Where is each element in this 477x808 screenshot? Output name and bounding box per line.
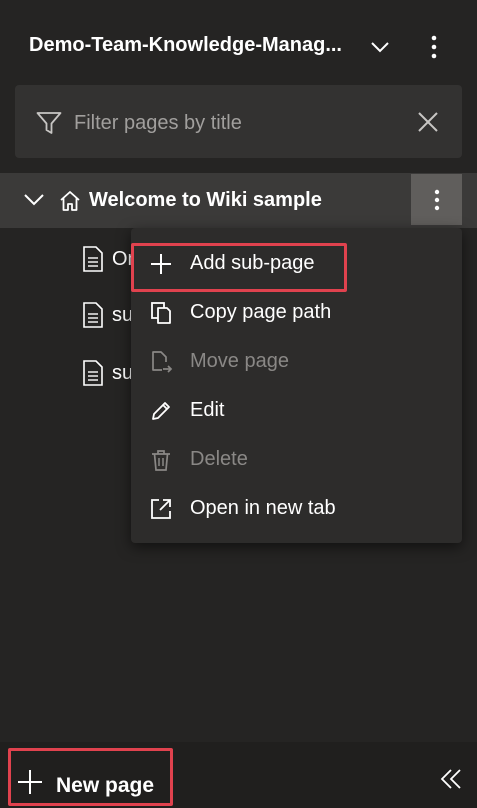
tree-item-child[interactable]: su <box>0 350 140 394</box>
copy-icon <box>151 302 171 324</box>
tree-item-label: su <box>112 362 134 384</box>
double-chevron-left-icon <box>440 769 461 789</box>
chevron-down-icon[interactable] <box>22 190 46 210</box>
tree-item-label: su <box>112 304 134 326</box>
wiki-header: Demo-Team-Knowledge-Manag... <box>0 0 477 84</box>
menu-item-label: Open in new tab <box>190 497 336 519</box>
plus-icon <box>18 770 42 794</box>
trash-icon <box>152 450 170 471</box>
filter-input[interactable] <box>74 108 374 138</box>
move-icon <box>152 351 173 373</box>
pencil-icon <box>152 402 170 420</box>
document-icon <box>83 246 103 272</box>
footer: New page <box>0 742 477 808</box>
page-context-menu: Add sub-page Copy page path Move page Ed… <box>131 228 462 543</box>
new-page-button[interactable]: New page <box>9 748 172 804</box>
menu-item-edit[interactable]: Edit <box>131 387 462 433</box>
document-icon <box>83 302 103 328</box>
menu-item-open-in-new-tab[interactable]: Open in new tab <box>131 485 462 531</box>
collapse-sidebar-button[interactable] <box>436 764 466 794</box>
plus-icon <box>151 254 171 274</box>
close-icon <box>418 112 438 132</box>
open-new-tab-icon <box>151 499 171 519</box>
more-vertical-icon <box>431 35 437 59</box>
filter-icon <box>36 112 62 134</box>
menu-item-delete[interactable]: Delete <box>131 436 462 482</box>
page-more-button[interactable] <box>411 174 462 225</box>
menu-item-label: Copy page path <box>190 301 332 323</box>
new-page-label: New page <box>56 774 155 797</box>
tree-item-child[interactable]: On <box>0 236 140 280</box>
menu-item-label: Add sub-page <box>190 252 315 274</box>
wiki-more-button[interactable] <box>418 30 450 64</box>
wiki-title[interactable]: Demo-Team-Knowledge-Manag... <box>29 34 359 57</box>
tree-item-child[interactable]: su <box>0 292 140 336</box>
wiki-dropdown-button[interactable] <box>364 30 396 64</box>
tree-item-label: Welcome to Wiki sample <box>89 189 322 211</box>
document-icon <box>83 360 103 386</box>
clear-filter-button[interactable] <box>415 109 441 135</box>
menu-item-copy-page-path[interactable]: Copy page path <box>131 289 462 335</box>
menu-item-label: Edit <box>190 399 225 421</box>
home-icon <box>60 191 80 211</box>
menu-item-move-page[interactable]: Move page <box>131 338 462 384</box>
menu-item-label: Delete <box>190 448 248 470</box>
filter-box <box>15 85 462 158</box>
menu-item-label: Move page <box>190 350 289 372</box>
more-vertical-icon <box>434 189 439 210</box>
tree-item-root[interactable]: Welcome to Wiki sample <box>0 173 477 228</box>
menu-item-add-sub-page[interactable]: Add sub-page <box>131 240 462 286</box>
chevron-down-icon <box>371 42 389 53</box>
